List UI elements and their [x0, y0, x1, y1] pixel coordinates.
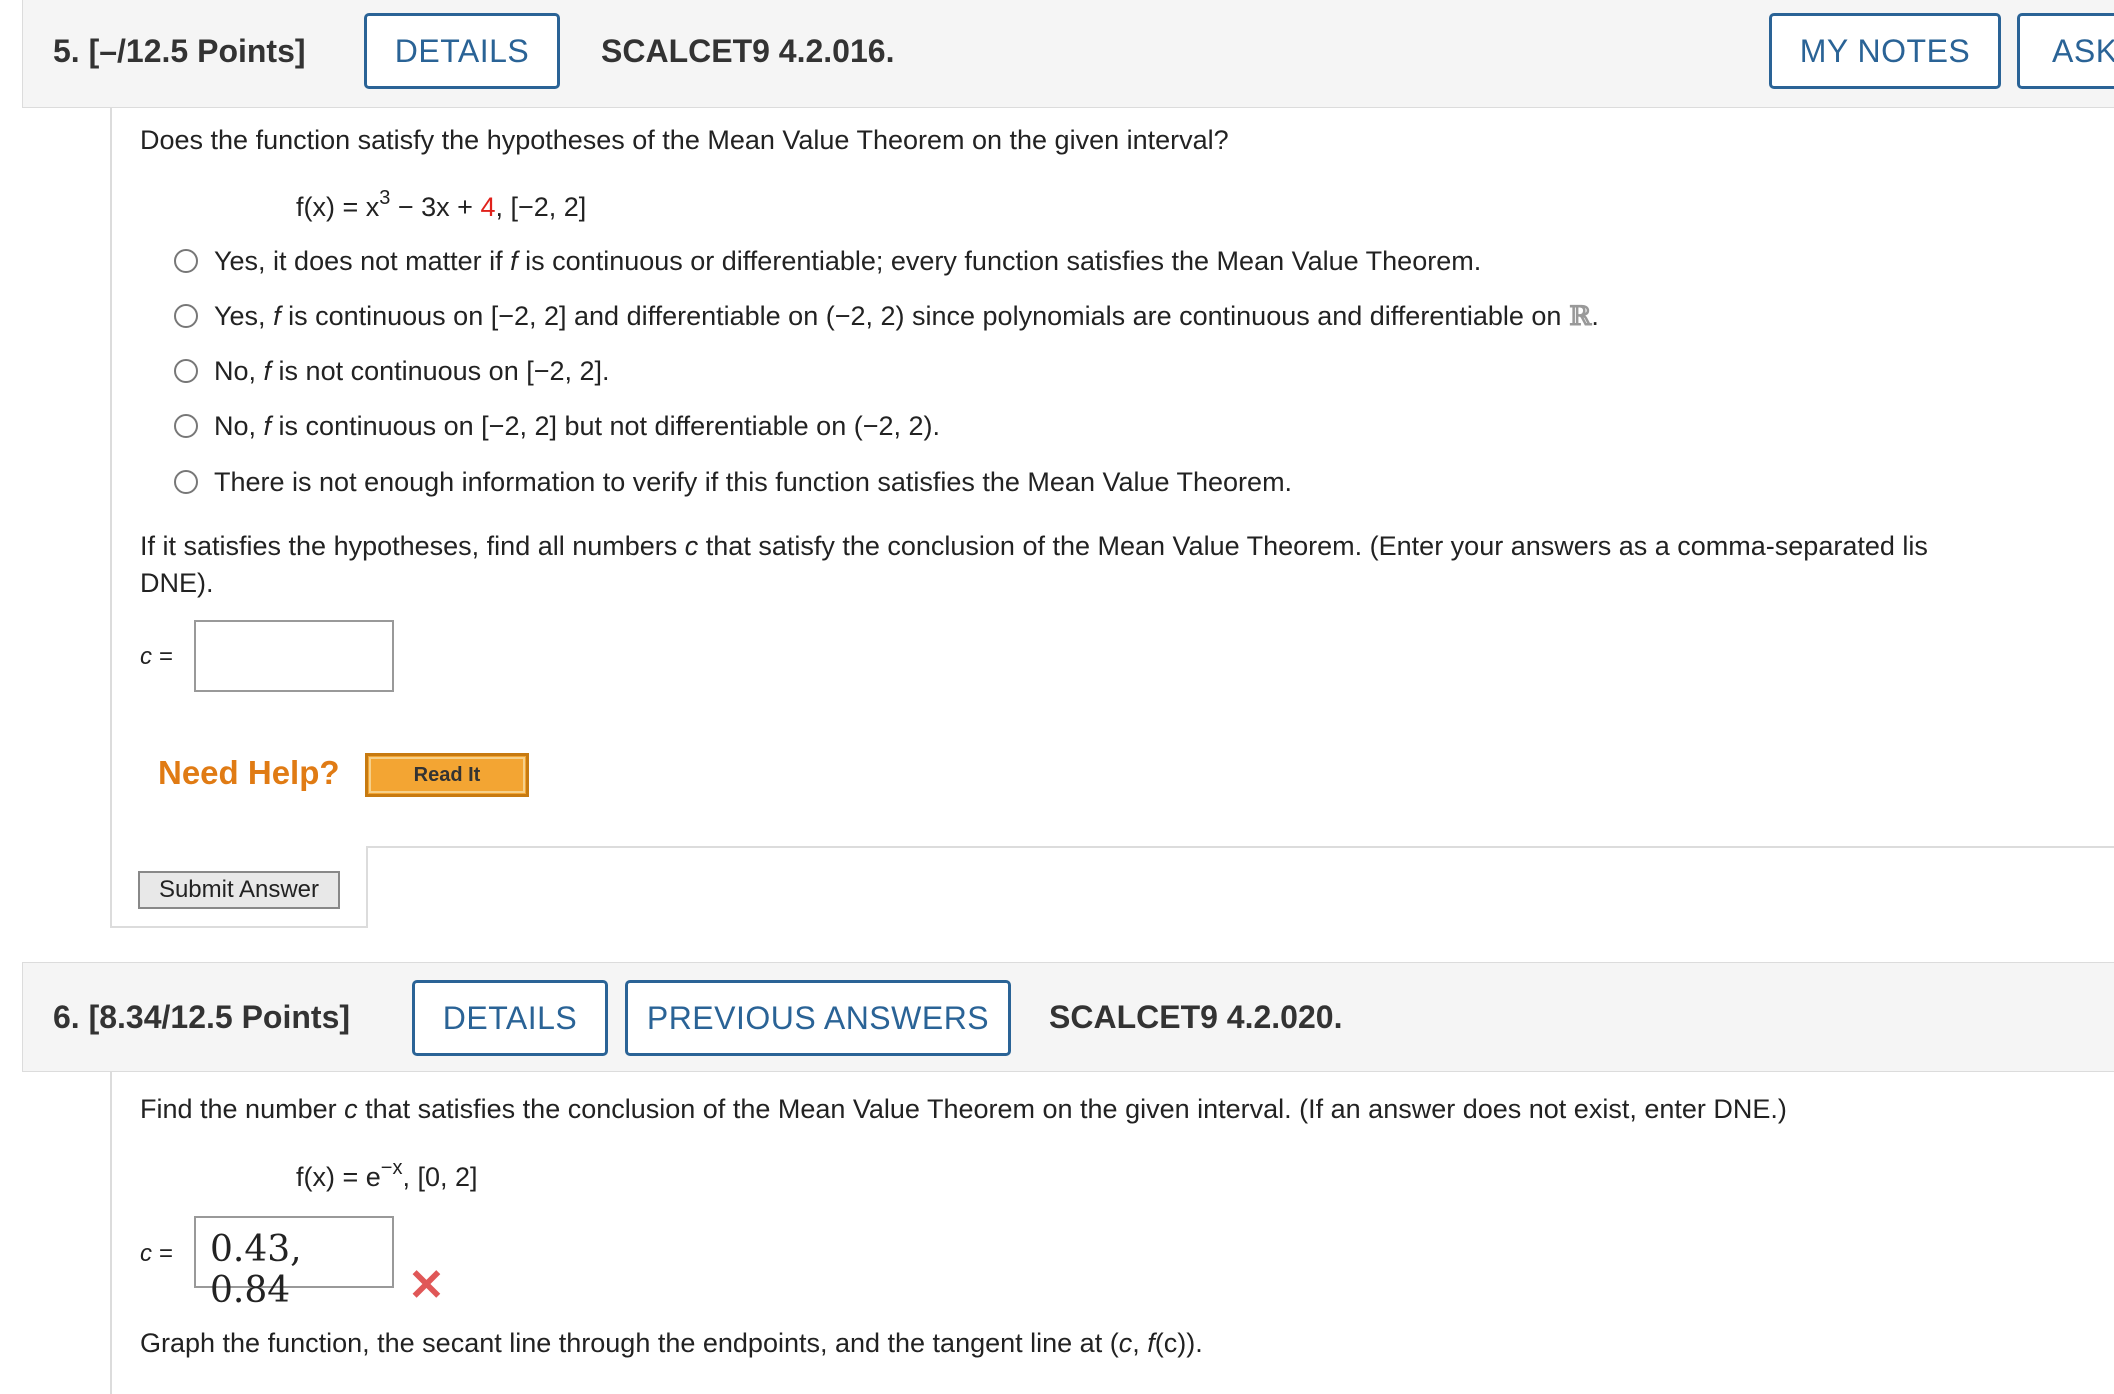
q5-function-mid: − 3x + [390, 192, 481, 222]
q6-c-input[interactable]: 0.43, 0.84 [194, 1216, 394, 1311]
read-it-button[interactable]: Read It [365, 753, 529, 797]
submit-answer-button[interactable]: Submit Answer [138, 871, 340, 909]
q6-prompt: Find the number c that satisfies the con… [140, 1094, 1787, 1124]
q6-function: f(x) = e−x, [0, 2] [296, 1157, 478, 1193]
q6-points-text: [8.34/12.5 Points] [88, 999, 351, 1035]
q5-conclusion: If it satisfies the hypotheses, find all… [140, 531, 1928, 561]
q5-header: 5. [–/12.5 Points] DETAILS SCALCET9 4.2.… [22, 0, 2114, 108]
q5-function: f(x) = x3 − 3x + 4, [−2, 2] [296, 187, 587, 223]
q5-points: 5. [–/12.5 Points] [53, 33, 306, 70]
q5-number: 5. [53, 33, 80, 69]
q5-option-4-label[interactable]: No, f is continuous on [−2, 2] but not d… [214, 411, 940, 442]
q5-details-button[interactable]: DETAILS [364, 13, 560, 89]
q6-code: SCALCET9 4.2.020. [1049, 999, 1343, 1035]
q6-graph-instructions: Graph the function, the secant line thro… [140, 1328, 1203, 1358]
q5-option-4-radio[interactable] [174, 414, 198, 438]
q5-function-interval: , [−2, 2] [495, 192, 587, 222]
q6-function-exp: −x [380, 1157, 403, 1179]
q5-option-2-radio[interactable] [174, 304, 198, 328]
q5-option-1-radio[interactable] [174, 249, 198, 273]
q5-function-lhs: f(x) = x [296, 192, 380, 222]
q6-c-value: 0.43, 0.84 [210, 1229, 302, 1311]
q6-header: 6. [8.34/12.5 Points] DETAILS PREVIOUS A… [22, 962, 2114, 1072]
ask-button[interactable]: ASK [2017, 13, 2114, 89]
q6-number: 6. [53, 999, 80, 1035]
previous-answers-button[interactable]: PREVIOUS ANSWERS [625, 980, 1011, 1056]
q5-function-const: 4 [480, 192, 496, 222]
q5-option-2-label[interactable]: Yes, f is continuous on [−2, 2] and diff… [214, 301, 1599, 332]
reals-symbol: ℝ [1568, 301, 1592, 332]
q5-option-5-radio[interactable] [174, 470, 198, 494]
q5-function-exp: 3 [379, 187, 391, 209]
q5-conclusion-line2: DNE). [140, 568, 214, 598]
need-help-label: Need Help? [158, 754, 340, 791]
ask-label: ASK [2052, 32, 2114, 69]
q5-points-text: [–/12.5 Points] [88, 33, 306, 69]
q5-c-input[interactable] [194, 620, 394, 692]
q5-body [110, 108, 2114, 926]
q6-function-lhs: f(x) = e [296, 1162, 381, 1192]
q5-option-3-label[interactable]: No, f is not continuous on [−2, 2]. [214, 356, 610, 387]
my-notes-button[interactable]: MY NOTES [1769, 13, 2001, 89]
q6-c-label: c = [140, 1240, 173, 1267]
q5-option-1-label[interactable]: Yes, it does not matter if f is continuo… [214, 246, 1481, 277]
q5-prompt: Does the function satisfy the hypotheses… [140, 125, 1229, 155]
q6-details-button[interactable]: DETAILS [412, 980, 608, 1056]
q5-option-5-label[interactable]: There is not enough information to verif… [214, 467, 1292, 498]
q6-function-interval: , [0, 2] [402, 1162, 478, 1192]
q5-option-3-radio[interactable] [174, 359, 198, 383]
q5-code: SCALCET9 4.2.016. [601, 33, 895, 69]
q6-points: 6. [8.34/12.5 Points] [53, 999, 350, 1036]
incorrect-x-icon: ✕ [408, 1261, 445, 1310]
q5-body-bottom [110, 926, 368, 928]
q5-response-area [366, 846, 2114, 928]
q5-c-label: c = [140, 643, 173, 670]
